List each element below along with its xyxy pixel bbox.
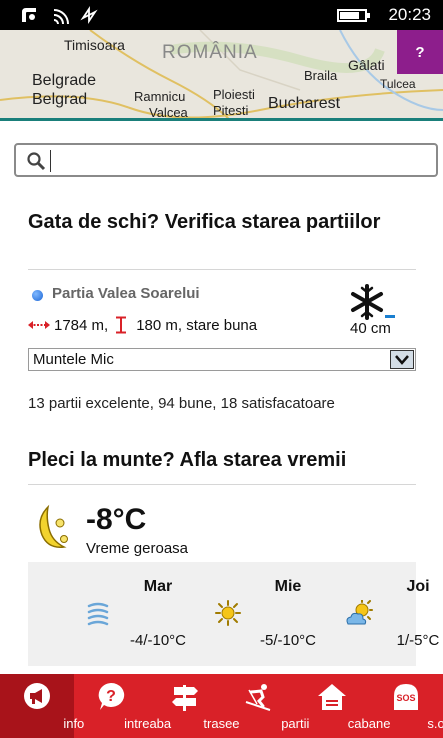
sun-cloud-icon [346,600,373,625]
svg-text:?: ? [106,688,116,705]
nav-trasee[interactable]: trasee [148,674,240,738]
nfc-icon [22,8,36,22]
map-label-timisoara: Timisoara [64,37,125,53]
piste-length: 1784 m, [54,316,109,334]
piste-elevation-status: 180 m, stare buna [136,316,258,334]
mountain-select[interactable]: Muntele Mic [28,348,416,371]
header-divider [0,118,443,121]
forecast-temperature: -4/-10°C [129,632,186,649]
snow-depth: 40 cm [350,320,391,337]
length-icon [28,321,50,329]
forecast-day-name: Mie [274,578,302,595]
signpost-icon [171,685,198,711]
current-temperature: -8°C [86,503,147,536]
nav-intreaba[interactable]: ? intreaba [74,674,171,738]
ski-heading: Gata de schi? Verifica starea partiilor [28,211,381,233]
forecast-temperature: 1/-5°C [396,632,440,649]
map-view[interactable]: Timisoara ROMÂNIA Belgrade Belgrad Ramni… [0,30,443,120]
search-input[interactable] [50,150,420,172]
wifi-icon [53,9,69,24]
weather-heading: Pleci la munte? Afla starea vremii [28,449,347,471]
piste-status-dot [32,290,43,301]
map-label-bucharest: Bucharest [268,95,341,112]
cabin-icon [318,684,347,710]
search-icon [27,152,46,171]
search-box[interactable] [14,143,438,177]
map-label-romania: ROMÂNIA [162,42,258,63]
piste-summary: 13 partii excelente, 94 bune, 18 satisfa… [28,395,335,412]
map-label-braila: Braila [304,68,338,83]
question-bubble-icon: ? [98,682,124,710]
nav-cabane[interactable]: cabane [295,674,390,738]
snowflake-icon [351,284,383,320]
forecast-panel: Mar -4/-10°C Mie -5/-10°C Joi 1/-5°C [28,562,439,666]
fog-icon [87,602,109,626]
current-weather-description: Vreme geroasa [86,540,188,557]
map-label-ploiesti: Ploiesti [213,87,255,102]
moon-cloud-icon [39,504,68,548]
forecast-day-name: Mar [143,578,173,595]
piste-stats: 1784 m, 180 m, stare buna [28,316,257,334]
help-button[interactable]: ? [397,30,443,74]
forecast-day-name: Joi [406,578,430,595]
megaphone-icon [23,683,50,709]
bottom-navigation: info ? intreaba trasee partii cabane SOS… [0,674,443,738]
map-label-belgrad: Belgrad [32,91,88,108]
map-label-belgrade: Belgrade [32,72,97,89]
sun-icon [215,600,241,626]
nav-sos[interactable]: SOS s.o.s. [369,674,443,738]
elevation-icon [116,316,127,334]
piste-name[interactable]: Partia Valea Soarelui [52,285,200,302]
status-bar: 20:23 [0,0,443,30]
svg-text:SOS: SOS [397,693,416,703]
battery-icon [337,9,370,22]
map-label-tulcea: Tulcea [380,77,416,91]
sos-icon: SOS [394,684,419,710]
mountain-select-value: Muntele Mic [33,351,114,368]
snow-depth-indicator [385,315,395,318]
nav-partii[interactable]: partii [221,674,309,738]
nav-info[interactable]: info [0,674,84,738]
nav-label: s.o.s. [427,716,443,731]
clock: 20:23 [388,5,431,24]
map-label-pitesti: Pitesti [213,103,249,118]
chevron-down-icon[interactable] [390,350,414,369]
data-sync-icon [80,6,98,24]
map-label-galati: Gâlati [348,57,385,73]
skier-icon [246,684,271,711]
forecast-temperature: -5/-10°C [259,632,316,649]
divider [28,269,416,270]
map-label-ramnicu: Ramnicu [134,89,186,104]
divider [28,484,416,485]
